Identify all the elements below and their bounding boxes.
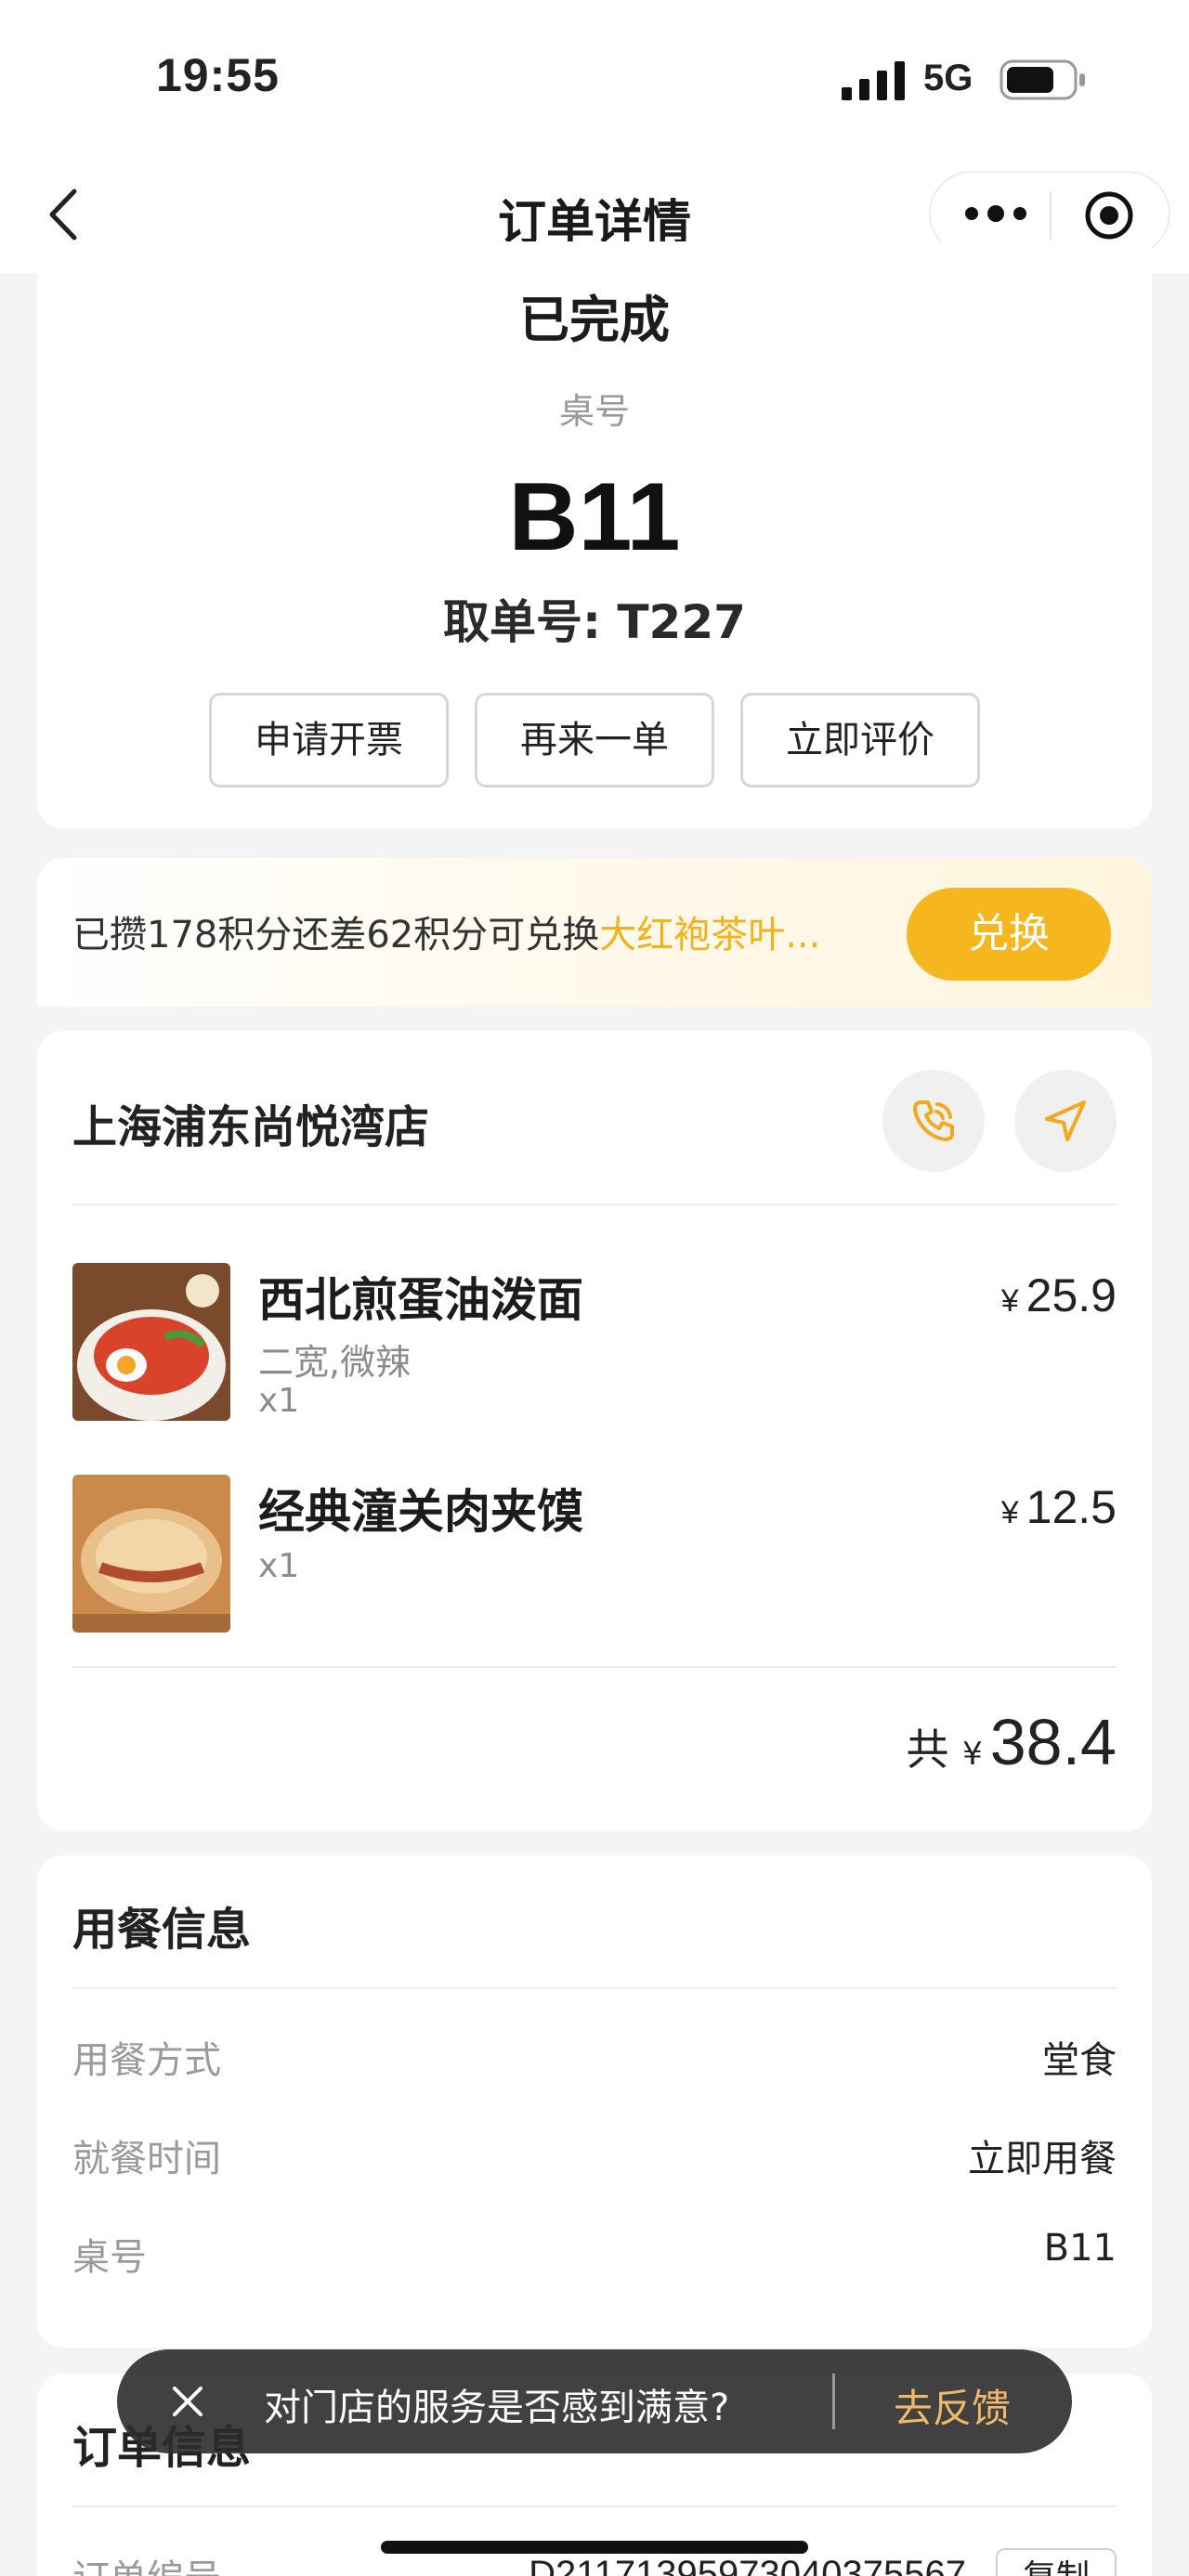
order-item: 经典潼关肉夹馍 x1 ¥12.5 <box>72 1475 1117 1634</box>
store-name: 上海浦东尚悦湾店 <box>72 1101 430 1153</box>
dining-time-label: 就餐时间 <box>72 2138 221 2180</box>
feedback-toast: 对门店的服务是否感到满意? 去反馈 <box>117 2349 1072 2453</box>
status-time: 19:55 <box>156 49 280 101</box>
capsule-divider <box>1050 191 1052 240</box>
order-total: 共 ¥38.4 <box>906 1705 1117 1779</box>
dish-price: ¥12.5 <box>1001 1480 1117 1534</box>
dining-method-label: 用餐方式 <box>72 2039 221 2082</box>
dish-name: 西北煎蛋油泼面 <box>258 1273 583 1327</box>
dish-spec: 二宽,微辣 <box>258 1342 412 1383</box>
total-label: 共 <box>906 1724 949 1775</box>
table-label: 桌号 <box>72 2236 147 2279</box>
dining-info-card: 用餐信息 用餐方式 堂食 就餐时间 立即用餐 桌号 B11 <box>37 1855 1152 2348</box>
network-type: 5G <box>923 58 973 98</box>
dish-image <box>72 1263 230 1421</box>
currency-symbol: ¥ <box>1000 1495 1019 1530</box>
divider <box>72 1203 1117 1205</box>
divider <box>72 1987 1117 1989</box>
table-number: B11 <box>508 463 681 571</box>
signal-icon <box>842 61 905 100</box>
reorder-button[interactable]: 再来一单 <box>475 693 714 787</box>
order-status-card: 已完成 桌号 B11 取单号: T227 申请开票 再来一单 立即评价 <box>37 241 1152 828</box>
divider <box>72 1666 1117 1668</box>
divider <box>72 2505 1117 2507</box>
points-banner[interactable]: 已攒178积分还差62积分可兑换大红袍茶叶... 兑换 <box>37 858 1152 1007</box>
table-label: 桌号 <box>558 391 630 432</box>
dish-image <box>72 1475 230 1633</box>
order-number-label: 订单编号 <box>72 2548 221 2576</box>
dish-quantity: x1 <box>258 1382 300 1420</box>
more-icon[interactable] <box>959 191 1033 236</box>
close-icon[interactable] <box>167 2381 208 2422</box>
redeem-button[interactable]: 兑换 <box>907 888 1111 981</box>
feedback-button[interactable]: 去反馈 <box>894 2377 1011 2434</box>
dining-time-value: 立即用餐 <box>968 2138 1117 2180</box>
table-value: B11 <box>1043 2227 1117 2270</box>
currency-symbol: ¥ <box>1000 1283 1019 1319</box>
close-miniprogram-icon[interactable] <box>1083 189 1135 241</box>
total-amount: 38.4 <box>989 1706 1117 1778</box>
home-indicator <box>381 2541 808 2554</box>
dining-method-value: 堂食 <box>1042 2039 1117 2082</box>
review-button[interactable]: 立即评价 <box>740 693 980 787</box>
toast-divider <box>832 2374 835 2429</box>
dish-name: 经典潼关肉夹馍 <box>258 1485 583 1539</box>
dish-price: ¥25.9 <box>1001 1268 1117 1322</box>
navigation-icon <box>1045 1100 1086 1141</box>
order-items-card: 上海浦东尚悦湾店 西北煎蛋油泼面 二宽,微辣 x1 ¥25.9 经典潼关肉夹馍 … <box>37 1031 1152 1831</box>
section-title: 用餐信息 <box>72 1904 252 1956</box>
points-text: 已攒178积分还差62积分可兑换大红袍茶叶... <box>72 904 820 958</box>
points-progress: 已攒178积分还差62积分可兑换 <box>72 914 600 956</box>
price-value: 25.9 <box>1026 1269 1117 1321</box>
dish-quantity: x1 <box>258 1547 300 1585</box>
order-item: 西北煎蛋油泼面 二宽,微辣 x1 ¥25.9 <box>72 1263 1117 1423</box>
feedback-text: 对门店的服务是否感到满意? <box>264 2387 730 2429</box>
price-value: 12.5 <box>1026 1481 1117 1533</box>
call-store-button[interactable] <box>882 1070 985 1172</box>
navigate-store-button[interactable] <box>1014 1070 1117 1172</box>
order-status: 已完成 <box>519 291 670 349</box>
copy-button[interactable]: 复制 <box>996 2548 1117 2576</box>
phone-icon <box>913 1100 954 1141</box>
battery-icon <box>1000 59 1085 100</box>
currency-symbol: ¥ <box>962 1736 983 1773</box>
pickup-number: 取单号: T227 <box>443 595 746 649</box>
invoice-button[interactable]: 申请开票 <box>209 693 449 787</box>
points-reward: 大红袍茶叶... <box>599 914 821 956</box>
order-number: D2117139597304037556​7 <box>529 2554 966 2576</box>
status-bar: 19:55 5G <box>0 0 1189 158</box>
